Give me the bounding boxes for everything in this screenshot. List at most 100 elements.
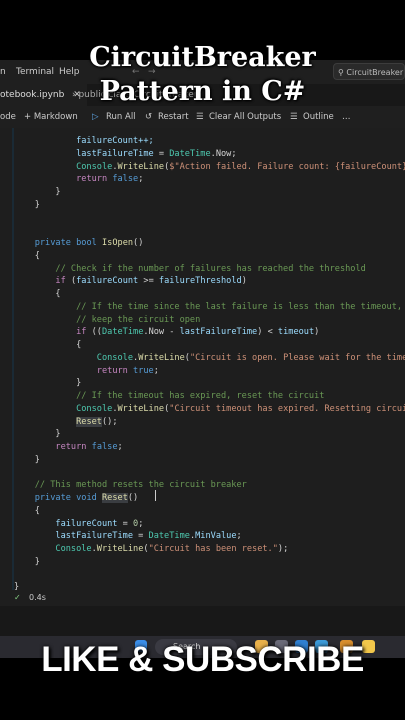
more-actions-button[interactable]: … — [342, 112, 351, 122]
code-line: { — [14, 339, 81, 352]
add-markdown-button[interactable]: + Markdown — [24, 112, 78, 122]
play-icon: ▷ — [92, 112, 99, 122]
restart-icon: ↺ — [145, 112, 153, 122]
code-line: return false; — [14, 173, 143, 186]
code-line: return true; — [14, 365, 159, 378]
editor-bottom-area — [0, 606, 405, 636]
code-token: lastFailureTime — [14, 531, 133, 542]
code-token: true — [133, 365, 154, 376]
code-line: if (failureCount >= failureThreshold) — [14, 275, 247, 288]
code-token: () — [127, 493, 139, 503]
run-all-button[interactable]: Run All — [106, 112, 136, 122]
outline-icon: ☰ — [290, 112, 298, 122]
toolbar-code-button[interactable]: ode — [0, 112, 16, 122]
code-token: } — [14, 199, 40, 210]
code-line: { — [14, 288, 61, 301]
code-token: () — [133, 238, 144, 248]
code-token: DateTime — [148, 531, 190, 542]
code-token: } — [14, 556, 40, 567]
code-line: } — [14, 377, 81, 390]
success-check-icon: ✓ — [14, 593, 21, 602]
code-line: // This method resets the circuit breake… — [14, 479, 247, 492]
code-line: lastFailureTime = DateTime.Now; — [14, 148, 236, 161]
code-token: { — [14, 250, 40, 261]
code-line: failureCount++; — [14, 135, 154, 148]
code-token: ; — [138, 518, 144, 529]
code-token: IsOpen — [102, 238, 134, 248]
code-line: // keep the circuit open — [14, 314, 200, 327]
code-token: bool — [76, 238, 97, 248]
code-line: } — [14, 428, 61, 441]
code-line: // If the timeout has expired, reset the… — [14, 390, 324, 403]
code-token: "Circuit has been reset." — [148, 544, 278, 554]
code-line: } — [14, 556, 40, 569]
code-token: ) — [314, 327, 320, 338]
code-token: private — [34, 238, 71, 248]
outline-button[interactable]: Outline — [303, 112, 334, 122]
code-token: return — [96, 365, 128, 376]
code-editor[interactable]: failureCount++; lastFailureTime = DateTi… — [0, 128, 405, 596]
notebook-toolbar: ode + Markdown ▷ Run All ↺ Restart ☰ Cle… — [0, 106, 405, 128]
code-token: WriteLine — [138, 352, 185, 363]
code-token: } — [14, 378, 82, 389]
code-token: // This method resets the circuit breake… — [14, 480, 247, 491]
top-black-band — [0, 0, 405, 44]
code-cell[interactable]: failureCount++; lastFailureTime = DateTi… — [12, 128, 405, 596]
code-token: { — [14, 289, 61, 299]
code-token: ; — [153, 365, 159, 376]
code-token: failureThreshold — [158, 276, 242, 287]
like-subscribe-banner: LIKE & SUBSCRIBE — [41, 640, 364, 679]
code-token: Console — [14, 544, 92, 554]
code-token: WriteLine — [117, 403, 165, 414]
code-line: { — [14, 250, 40, 263]
code-token: ) — [241, 276, 247, 287]
code-token: Console — [14, 352, 133, 363]
code-token: ; — [236, 531, 242, 542]
code-line: // Check if the number of failures has r… — [14, 263, 366, 276]
code-line: Console.WriteLine("Circuit has been rese… — [14, 543, 288, 556]
code-token: ; — [138, 174, 144, 185]
code-token: (( — [86, 327, 102, 338]
code-token: ) < — [257, 327, 278, 338]
code-token: } — [14, 429, 61, 440]
code-line: return false; — [14, 441, 123, 454]
code-token: WriteLine — [96, 544, 144, 554]
code-token: $"Action failed. Failure count: {failure… — [169, 161, 405, 172]
code-token: = — [133, 531, 149, 542]
code-token: if — [76, 327, 87, 338]
execution-time: 0.4s — [29, 593, 46, 602]
code-line: { — [14, 505, 40, 518]
code-line: failureCount = 0; — [14, 518, 143, 531]
code-token: Reset — [76, 416, 102, 427]
code-token: >= — [138, 276, 159, 287]
code-token: timeout — [277, 327, 315, 338]
code-token: // Check if the number of failures has r… — [14, 263, 366, 274]
code-token: DateTime — [169, 148, 211, 159]
restart-button[interactable]: Restart — [158, 112, 189, 122]
clear-all-outputs-button[interactable]: Clear All Outputs — [209, 112, 281, 122]
code-line: Reset(); — [14, 416, 118, 429]
code-token: } — [14, 454, 40, 465]
code-token: ( — [65, 276, 77, 287]
code-token: lastFailureTime — [179, 327, 258, 338]
code-line: lastFailureTime = DateTime.MinValue; — [14, 530, 242, 543]
cell-status-row: ✓ 0.4s — [0, 590, 405, 606]
code-line: } — [14, 186, 60, 199]
code-token: WriteLine — [117, 161, 165, 172]
code-token: { — [14, 340, 82, 350]
code-token: "Circuit timeout has expired. Resetting … — [169, 403, 405, 414]
code-token: ; — [117, 442, 123, 452]
code-token: DateTime — [101, 327, 144, 338]
code-token: return — [76, 174, 108, 185]
code-line: Console.WriteLine("Circuit timeout has e… — [14, 403, 405, 416]
code-line: private void Reset() — [14, 492, 138, 505]
code-token: lastFailureTime — [14, 148, 154, 159]
title-line-2: Pattern in C# — [99, 76, 306, 107]
code-token: = — [153, 148, 170, 159]
